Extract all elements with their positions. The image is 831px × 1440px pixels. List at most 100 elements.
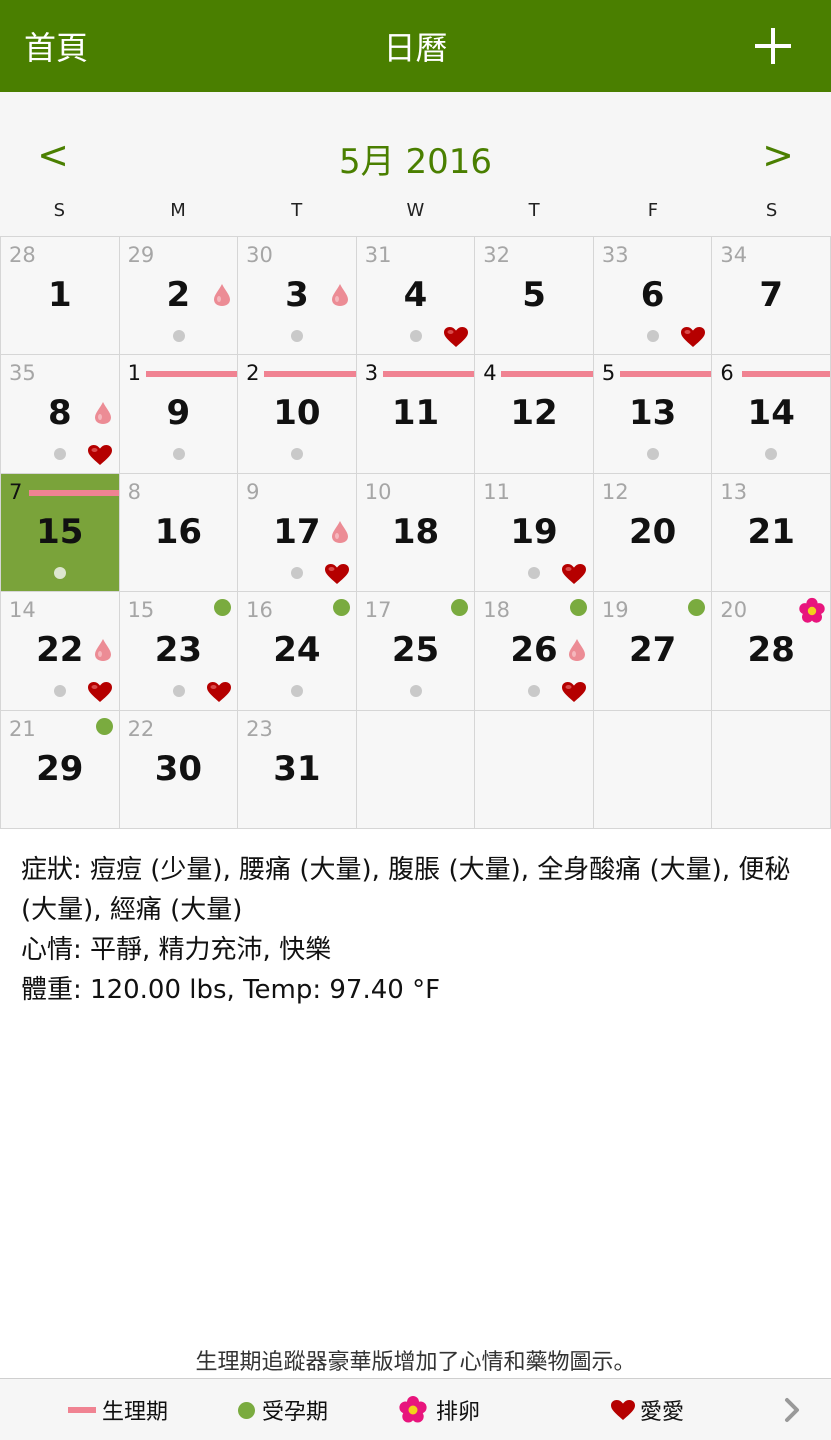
legend-bar: 生理期 受孕期 排卵 愛愛 [0, 1378, 831, 1440]
calendar-day-cell[interactable]: 11 19 [475, 473, 594, 593]
calendar-day-cell[interactable]: 15 23 [119, 592, 239, 711]
fertile-dot-icon [569, 599, 587, 617]
day-number: 15 [36, 511, 84, 552]
cycle-day-number: 2 [246, 361, 260, 386]
cycle-day-number: 35 [9, 361, 36, 386]
weekday-label: M [170, 200, 186, 221]
day-number: 16 [154, 511, 203, 552]
calendar-day-cell[interactable]: 31 4 [356, 237, 476, 356]
calendar-day-cell[interactable]: 6 14 [712, 355, 831, 474]
day-number: 24 [273, 630, 321, 671]
note-dot-icon [54, 566, 66, 579]
calendar-day-cell[interactable]: 23 31 [238, 710, 357, 829]
day-details: 症狀: 痘痘 (少量), 腰痛 (大量), 腹脹 (大量), 全身酸痛 (大量)… [21, 850, 811, 1010]
calendar-day-cell[interactable]: 2 10 [238, 355, 357, 474]
fertile-dot-icon [332, 599, 350, 617]
calendar-day-cell[interactable]: 9 17 [238, 473, 357, 593]
cycle-day-number: 30 [246, 243, 273, 267]
legend-ovulation[interactable]: 排卵 [398, 1379, 480, 1440]
blood-drop-icon [569, 639, 586, 662]
period-bar [264, 371, 356, 378]
legend-fertile[interactable]: 受孕期 [238, 1379, 328, 1440]
calendar-day-cell[interactable]: 17 25 [356, 592, 476, 711]
day-number: 4 [403, 275, 428, 315]
calendar-day-cell[interactable]: 14 22 [1, 592, 120, 711]
calendar-day-cell[interactable]: 18 26 [475, 592, 594, 711]
calendar-day-cell[interactable]: 16 24 [238, 592, 357, 711]
calendar-day-cell[interactable]: 19 [119, 355, 239, 474]
cycle-day-number: 5 [601, 361, 616, 386]
day-number: 13 [628, 393, 677, 434]
calendar-day-cell[interactable]: 34 7 [712, 237, 831, 356]
period-bar [382, 371, 475, 378]
calendar-day-cell[interactable]: 20 28 [712, 592, 831, 711]
next-month-button[interactable]: > [753, 130, 803, 180]
cycle-day-number: 4 [483, 361, 497, 386]
note-dot-icon [528, 685, 541, 698]
cycle-day-number: 31 [364, 243, 392, 267]
weekday-label: S [765, 200, 778, 221]
cycle-day-number: 23 [246, 716, 273, 741]
calendar-day-cell[interactable]: 7 15 [1, 473, 120, 593]
calendar-day-cell[interactable]: 29 2 [119, 237, 239, 356]
blood-drop-icon [332, 520, 349, 543]
calendar-day-cell[interactable]: 35 8 [1, 355, 120, 474]
fertile-dot-icon [451, 599, 469, 617]
day-number: 29 [36, 748, 84, 789]
period-bar-icon [68, 1407, 96, 1413]
cycle-day-number: 34 [720, 243, 748, 267]
calendar-day-cell[interactable]: 30 3 [238, 237, 357, 356]
cycle-day-number: 10 [364, 479, 392, 504]
heart-icon [325, 563, 350, 584]
chevron-right-icon[interactable] [779, 1397, 805, 1423]
calendar-day-cell[interactable]: 13 21 [712, 473, 831, 593]
plus-icon[interactable] [753, 26, 793, 66]
home-button[interactable]: 首頁 [24, 23, 88, 69]
day-number: 28 [747, 630, 795, 671]
calendar-cell-empty [356, 710, 476, 829]
calendar-day-cell[interactable]: 21 29 [1, 710, 120, 829]
cycle-day-number: 7 [9, 479, 23, 504]
legend-fertile-label: 受孕期 [262, 1400, 329, 1425]
calendar-day-cell[interactable]: 10 18 [356, 473, 476, 593]
day-number: 9 [166, 393, 191, 434]
cycle-day-number: 1 [127, 361, 141, 386]
mood-text: 心情: 平靜, 精力充沛, 快樂 [21, 935, 332, 965]
heart-icon [88, 445, 112, 466]
day-number: 11 [391, 393, 440, 434]
legend-intercourse[interactable]: 愛愛 [610, 1379, 684, 1440]
calendar-day-cell[interactable]: 5 13 [593, 355, 713, 474]
calendar-day-cell[interactable]: 3 11 [356, 355, 476, 474]
calendar-day-cell[interactable]: 28 1 [1, 237, 120, 356]
cycle-day-number: 9 [246, 479, 260, 504]
flower-icon [399, 1396, 427, 1423]
calendar-day-cell[interactable]: 22 30 [119, 710, 239, 829]
period-bar [619, 371, 712, 378]
note-dot-icon [409, 330, 422, 342]
calendar-day-cell[interactable]: 33 6 [593, 237, 713, 356]
note-dot-icon [646, 330, 659, 342]
calendar-day-cell[interactable]: 8 16 [119, 473, 239, 593]
promo-text: 生理期追蹤器豪華版增加了心情和藥物圖示。 [195, 1350, 636, 1375]
weekday-label: S [53, 200, 66, 221]
note-dot-icon [765, 448, 778, 461]
calendar-cell-empty [593, 710, 713, 829]
calendar-day-cell[interactable]: 12 20 [593, 473, 713, 593]
symptoms-text: 症狀: 痘痘 (少量), 腰痛 (大量), 腹脹 (大量), 全身酸痛 (大量)… [21, 855, 791, 925]
note-dot-icon [528, 566, 541, 579]
fertile-dot-icon [688, 599, 706, 617]
cycle-day-number: 19 [601, 598, 629, 623]
note-dot-icon [54, 448, 66, 461]
cycle-day-number: 18 [483, 598, 511, 623]
day-number: 5 [522, 275, 546, 315]
calendar-day-cell[interactable]: 19 27 [593, 592, 713, 711]
day-number: 21 [747, 511, 795, 552]
calendar-day-cell[interactable]: 4 12 [475, 355, 594, 474]
legend-period[interactable]: 生理期 [68, 1379, 168, 1440]
note-dot-icon [172, 330, 185, 342]
fertile-dot-icon [238, 1401, 255, 1419]
app-header: 首頁 日曆 [0, 0, 831, 92]
cycle-day-number: 6 [720, 361, 734, 386]
calendar-day-cell[interactable]: 32 5 [475, 237, 594, 356]
note-dot-icon [172, 448, 185, 461]
